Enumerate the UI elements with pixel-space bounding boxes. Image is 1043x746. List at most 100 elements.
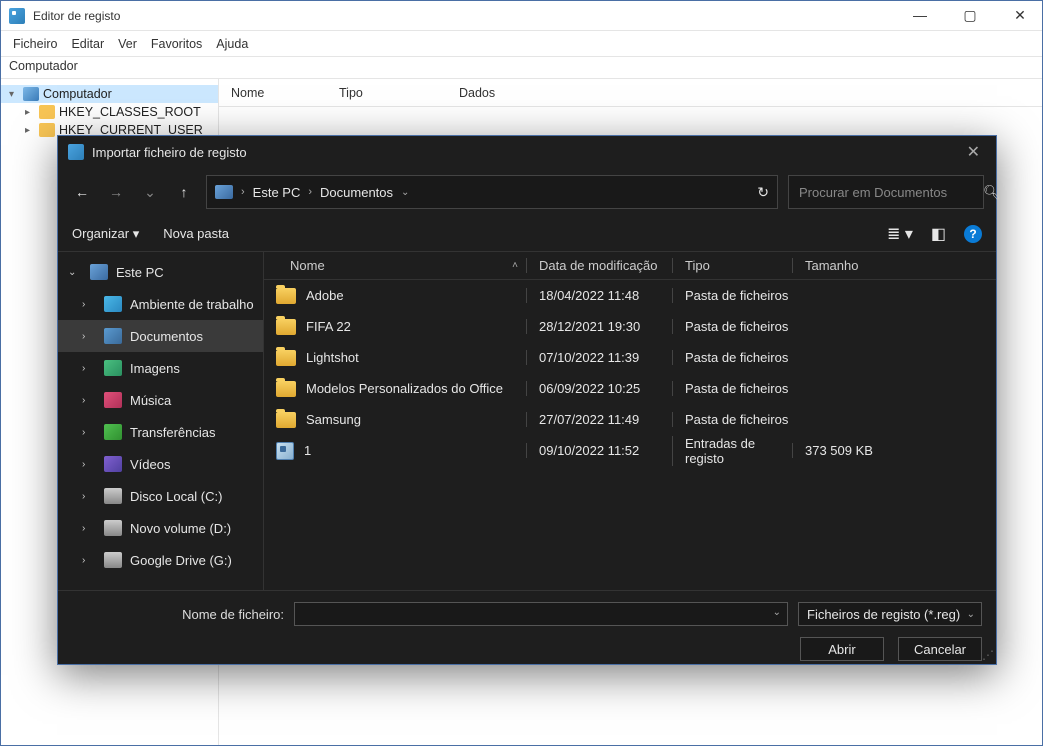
sidebar-item[interactable]: ⌄Este PC xyxy=(58,256,263,288)
file-name: 1 xyxy=(304,443,311,458)
file-name: Samsung xyxy=(306,412,361,427)
chevron-right-icon[interactable]: › xyxy=(82,395,96,406)
col-type[interactable]: Tipo xyxy=(339,86,459,100)
view-list-icon[interactable]: ≣ ▾ xyxy=(887,224,913,244)
chevron-right-icon[interactable]: ▸ xyxy=(25,125,37,136)
chevron-right-icon[interactable]: › xyxy=(82,363,96,374)
cancel-button[interactable]: Cancelar xyxy=(898,637,982,661)
chevron-down-icon[interactable]: ⌄ xyxy=(401,187,409,198)
col-type[interactable]: Tipo xyxy=(672,258,792,273)
chevron-right-icon[interactable]: ▸ xyxy=(25,107,37,118)
file-name: Adobe xyxy=(306,288,344,303)
chevron-down-icon[interactable]: ⌄ xyxy=(68,267,82,278)
preview-pane-icon[interactable]: ◧ xyxy=(931,224,946,244)
search-box[interactable]: 🔍︎ xyxy=(788,175,984,209)
chevron-right-icon[interactable]: › xyxy=(82,459,96,470)
location-icon xyxy=(104,424,122,440)
file-row[interactable]: 109/10/2022 11:52Entradas de registo373 … xyxy=(264,435,996,466)
regedit-address[interactable]: Computador xyxy=(1,57,1042,79)
sidebar-item[interactable]: ›Música xyxy=(58,384,263,416)
col-name[interactable]: Nome˄ xyxy=(264,258,526,273)
sidebar-item[interactable]: ›Google Drive (G:) xyxy=(58,544,263,576)
chevron-down-icon[interactable]: ▾ xyxy=(9,89,21,100)
sort-asc-icon: ˄ xyxy=(512,260,518,271)
sidebar-item[interactable]: ›Disco Local (C:) xyxy=(58,480,263,512)
chevron-right-icon[interactable]: › xyxy=(82,555,96,566)
sidebar-item[interactable]: ›Documentos xyxy=(58,320,263,352)
minimize-icon[interactable]: — xyxy=(906,7,934,24)
close-icon[interactable]: ✕ xyxy=(1006,7,1034,24)
chevron-right-icon[interactable]: › xyxy=(82,299,96,310)
chevron-down-icon[interactable]: ⌄ xyxy=(773,607,781,618)
dialog-navbar: ← → ⌄ ↑ › Este PC › Documentos ⌄ ↻ 🔍︎ xyxy=(58,168,996,216)
menu-favorites[interactable]: Favoritos xyxy=(151,37,202,51)
file-type: Pasta de ficheiros xyxy=(672,412,792,427)
help-icon[interactable]: ? xyxy=(964,225,982,243)
file-list: Nome˄ Data de modificação Tipo Tamanho A… xyxy=(264,252,996,590)
refresh-icon[interactable]: ↻ xyxy=(757,184,769,201)
file-name: Modelos Personalizados do Office xyxy=(306,381,503,396)
chevron-right-icon[interactable]: › xyxy=(82,523,96,534)
file-row[interactable]: Samsung27/07/2022 11:49Pasta de ficheiro… xyxy=(264,404,996,435)
col-date[interactable]: Data de modificação xyxy=(526,258,672,273)
forward-icon[interactable]: → xyxy=(104,180,128,204)
chevron-right-icon[interactable]: › xyxy=(82,427,96,438)
file-dialog: Importar ficheiro de registo ✕ ← → ⌄ ↑ ›… xyxy=(57,135,997,665)
file-row[interactable]: Adobe18/04/2022 11:48Pasta de ficheiros xyxy=(264,280,996,311)
organize-button[interactable]: Organizar ▾ xyxy=(72,226,139,242)
breadcrumb[interactable]: › Este PC › Documentos ⌄ ↻ xyxy=(206,175,778,209)
back-icon[interactable]: ← xyxy=(70,180,94,204)
sidebar-item[interactable]: ›Vídeos xyxy=(58,448,263,480)
menu-file[interactable]: Ficheiro xyxy=(13,37,57,51)
breadcrumb-item[interactable]: Este PC xyxy=(253,185,301,200)
chevron-right-icon: › xyxy=(308,186,312,198)
file-row[interactable]: Lightshot07/10/2022 11:39Pasta de fichei… xyxy=(264,342,996,373)
location-icon xyxy=(90,264,108,280)
dialog-titlebar[interactable]: Importar ficheiro de registo ✕ xyxy=(58,136,996,168)
tree-item[interactable]: ▸ HKEY_CLASSES_ROOT xyxy=(1,103,218,121)
chevron-down-icon[interactable]: ⌄ xyxy=(967,609,975,620)
tree-root-label: Computador xyxy=(43,87,112,101)
sidebar-item[interactable]: › Ambiente de trabalho xyxy=(58,288,263,320)
up-icon[interactable]: ↑ xyxy=(172,180,196,204)
menu-edit[interactable]: Editar xyxy=(71,37,104,51)
file-row[interactable]: Modelos Personalizados do Office06/09/20… xyxy=(264,373,996,404)
chevron-right-icon[interactable]: › xyxy=(82,331,96,342)
filetype-select[interactable]: Ficheiros de registo (*.reg)⌄ xyxy=(798,602,982,626)
chevron-right-icon[interactable]: › xyxy=(82,491,96,502)
new-folder-button[interactable]: Nova pasta xyxy=(163,226,229,241)
dialog-toolbar: Organizar ▾ Nova pasta ≣ ▾ ◧ ? xyxy=(58,216,996,252)
open-button[interactable]: Abrir xyxy=(800,637,884,661)
location-icon xyxy=(104,328,122,344)
location-icon xyxy=(104,552,122,568)
col-name[interactable]: Nome xyxy=(219,86,339,100)
folder-icon xyxy=(276,288,296,304)
breadcrumb-item[interactable]: Documentos xyxy=(320,185,393,200)
sidebar-item[interactable]: ›Imagens xyxy=(58,352,263,384)
file-name: FIFA 22 xyxy=(306,319,351,334)
search-icon[interactable]: 🔍︎ xyxy=(983,184,1001,201)
maximize-icon[interactable]: ▢ xyxy=(956,7,984,24)
tree-root[interactable]: ▾ Computador xyxy=(1,85,218,103)
menu-view[interactable]: Ver xyxy=(118,37,137,51)
regedit-app-icon xyxy=(68,144,84,160)
sidebar-item-label: Ambiente de trabalho xyxy=(130,297,254,312)
resize-grip-icon[interactable]: ⋰ xyxy=(982,648,992,662)
dialog-sidebar[interactable]: ⌄Este PC › Ambiente de trabalho ›Documentos… xyxy=(58,252,264,590)
chevron-down-icon[interactable]: ⌄ xyxy=(138,180,162,204)
close-icon[interactable]: ✕ xyxy=(961,142,986,162)
location-icon xyxy=(104,456,122,472)
menu-help[interactable]: Ajuda xyxy=(216,37,248,51)
filename-input[interactable]: ⌄ xyxy=(294,602,788,626)
regedit-titlebar[interactable]: Editor de registo — ▢ ✕ xyxy=(1,1,1042,31)
file-row[interactable]: FIFA 2228/12/2021 19:30Pasta de ficheiro… xyxy=(264,311,996,342)
search-input[interactable] xyxy=(799,185,975,200)
sidebar-item[interactable]: ›Transferências xyxy=(58,416,263,448)
regedit-menubar: Ficheiro Editar Ver Favoritos Ajuda xyxy=(1,31,1042,57)
regedit-title: Editor de registo xyxy=(33,9,120,23)
folder-icon xyxy=(39,123,55,137)
col-data[interactable]: Dados xyxy=(459,86,1042,100)
col-size[interactable]: Tamanho xyxy=(792,258,996,273)
folder-icon xyxy=(39,105,55,119)
sidebar-item[interactable]: ›Novo volume (D:) xyxy=(58,512,263,544)
